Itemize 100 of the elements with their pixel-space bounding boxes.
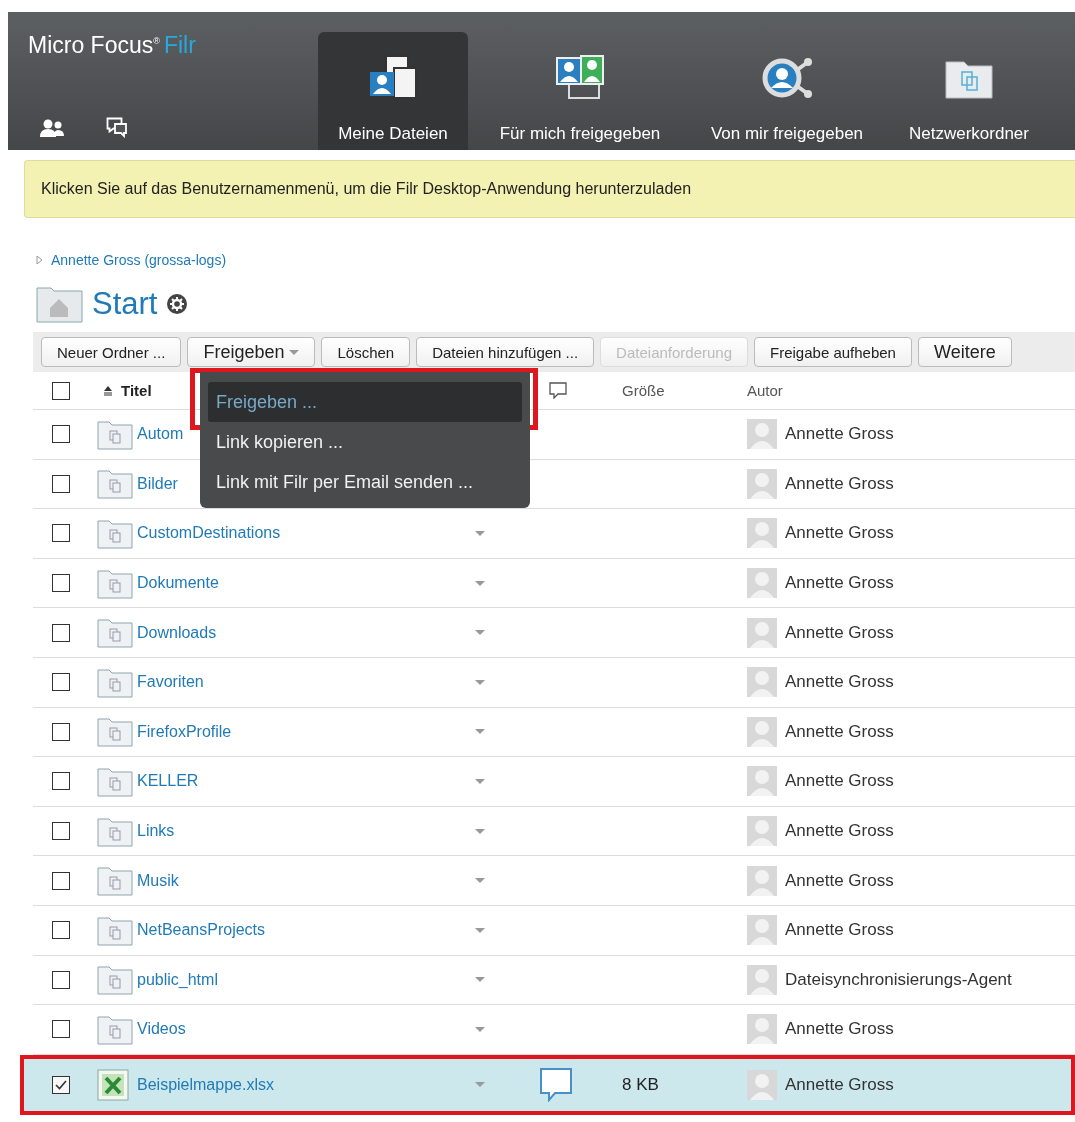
table-row[interactable]: NetBeansProjects Annette Gross <box>33 905 1075 956</box>
people-icon[interactable] <box>40 118 64 137</box>
checkbox[interactable] <box>52 1075 70 1094</box>
avatar-icon <box>747 1069 777 1100</box>
table-row[interactable]: Videos Annette Gross <box>33 1005 1075 1055</box>
file-link[interactable]: Bilder <box>137 474 178 493</box>
toolbar-button[interactable]: Neuer Ordner ... <box>41 337 182 367</box>
file-link[interactable]: KELLER <box>137 772 199 791</box>
author-name: Annette Gross <box>785 622 894 643</box>
nav-tab[interactable]: Von mir freigegeben <box>692 32 882 150</box>
comment-icon <box>549 382 567 399</box>
folder-icon <box>97 964 133 996</box>
table-row[interactable]: public_html Dateisynchronisierungs-Agent <box>33 955 1075 1006</box>
file-link[interactable]: NetBeansProjects <box>137 921 266 940</box>
nav-tab[interactable]: Für mich freigegeben <box>480 32 680 150</box>
file-link[interactable]: Favoriten <box>137 673 204 692</box>
checkbox[interactable] <box>52 524 70 543</box>
caret-icon[interactable] <box>475 878 485 884</box>
folder-icon <box>97 914 133 946</box>
column-header[interactable]: Titel <box>121 382 152 399</box>
folder-icon <box>97 567 133 599</box>
column-header[interactable]: Autor <box>747 382 783 399</box>
documents-icon <box>368 54 418 100</box>
folder-icon <box>97 666 133 698</box>
checkbox[interactable] <box>52 381 70 400</box>
table-row[interactable]: Musik Annette Gross <box>33 856 1075 906</box>
checkbox[interactable] <box>52 474 70 493</box>
toolbar-button[interactable]: Dateien hinzufügen ... <box>416 337 595 367</box>
author-name: Annette Gross <box>785 920 894 941</box>
comment-icon[interactable] <box>539 1067 573 1103</box>
caret-icon[interactable] <box>475 531 485 536</box>
file-link[interactable]: CustomDestinations <box>137 524 281 543</box>
author-name: Dateisynchronisierungs-Agent <box>785 969 1012 990</box>
table-row[interactable]: Favoriten Annette Gross <box>33 657 1075 708</box>
checkbox[interactable] <box>52 574 70 593</box>
caret-icon[interactable] <box>475 977 485 983</box>
table-row[interactable]: Downloads Annette Gross <box>33 608 1075 658</box>
author-name: Annette Gross <box>785 424 894 445</box>
checkbox[interactable] <box>52 970 70 989</box>
column-header[interactable]: Größe <box>622 382 665 399</box>
caret-icon[interactable] <box>475 828 485 834</box>
caret-icon[interactable] <box>475 630 485 636</box>
checkbox[interactable] <box>52 772 70 791</box>
checkbox[interactable] <box>52 623 70 642</box>
caret-icon[interactable] <box>475 729 485 735</box>
expand-icon <box>36 255 43 265</box>
info-banner: Klicken Sie auf das Benutzernamenmenü, um die Filr Desktop-Anwendung herunterzuladen <box>24 160 1075 218</box>
file-link[interactable]: Links <box>137 822 175 841</box>
checkbox[interactable] <box>52 722 70 741</box>
chat-icon[interactable] <box>106 117 128 138</box>
share-dropdown[interactable]: Freigeben <box>187 337 316 367</box>
avatar-icon <box>747 964 777 995</box>
checkbox[interactable] <box>52 673 70 692</box>
table-cell: 8 KB <box>622 1074 659 1095</box>
menu-item[interactable]: Link mit Filr per Email senden ... <box>208 462 522 502</box>
checkbox[interactable] <box>52 425 70 444</box>
caret-icon[interactable] <box>475 1026 485 1032</box>
shared-users-icon <box>555 54 605 100</box>
nav-tab[interactable]: Meine Dateien <box>318 32 468 150</box>
folder-icon <box>97 765 133 797</box>
checkbox[interactable] <box>52 871 70 890</box>
file-link[interactable]: Autom <box>137 425 184 444</box>
nav-tab[interactable]: Netzwerkordner <box>894 32 1044 150</box>
home-folder-icon <box>36 284 84 324</box>
selected-row[interactable]: Beispielmappe.xlsx 8 KB Annette Gross <box>24 1058 1071 1111</box>
toolbar-button[interactable]: Löschen <box>321 337 411 367</box>
toolbar-button[interactable]: Freigabe aufheben <box>754 337 912 367</box>
folder-icon <box>97 1013 133 1045</box>
caret-icon[interactable] <box>475 927 485 933</box>
checkbox[interactable] <box>52 822 70 841</box>
breadcrumb-link[interactable]: Annette Gross (grossa-logs) <box>51 252 227 268</box>
avatar-icon <box>747 1014 777 1045</box>
toolbar-button[interactable]: Weitere <box>917 337 1012 367</box>
file-link[interactable]: Downloads <box>137 623 217 642</box>
caret-icon[interactable] <box>475 580 485 586</box>
spreadsheet-icon <box>97 1068 129 1101</box>
file-link[interactable]: public_html <box>137 970 218 989</box>
author-name: Annette Gross <box>785 473 894 494</box>
avatar-icon <box>747 568 777 599</box>
checkbox[interactable] <box>52 1020 70 1039</box>
menu-item[interactable]: Freigeben ... <box>208 382 522 422</box>
table-row[interactable]: CustomDestinations Annette Gross <box>33 509 1075 559</box>
author-name: Annette Gross <box>785 821 894 842</box>
caret-icon[interactable] <box>475 679 485 685</box>
avatar-icon <box>747 816 777 847</box>
table-row[interactable]: Links Annette Gross <box>33 806 1075 857</box>
avatar-icon <box>747 865 777 896</box>
avatar-icon <box>747 766 777 797</box>
table-row[interactable]: FirefoxProfile Annette Gross <box>33 707 1075 758</box>
caret-icon[interactable] <box>475 778 485 784</box>
menu-item[interactable]: Link kopieren ... <box>208 422 522 462</box>
file-link[interactable]: Dokumente <box>137 574 219 593</box>
table-row[interactable]: KELLER Annette Gross <box>33 757 1075 807</box>
file-link[interactable]: Beispielmappe.xlsx <box>137 1075 274 1094</box>
file-link[interactable]: FirefoxProfile <box>137 722 232 741</box>
author-name: Annette Gross <box>785 1019 894 1040</box>
table-row[interactable]: Dokumente Annette Gross <box>33 558 1075 609</box>
file-link[interactable]: Musik <box>137 871 179 890</box>
checkbox[interactable] <box>52 921 70 940</box>
file-link[interactable]: Videos <box>137 1020 186 1039</box>
